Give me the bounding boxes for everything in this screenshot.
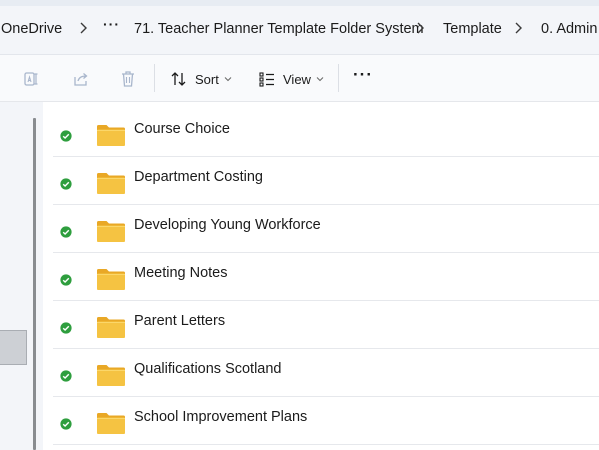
file-row[interactable]: Qualifications Scotland (53, 348, 599, 397)
file-row[interactable]: School Improvement Plans (53, 396, 599, 445)
chevron-right-icon (515, 22, 522, 34)
breadcrumb-overflow-button[interactable]: ··· (103, 16, 120, 32)
file-row[interactable]: Course Choice (53, 108, 599, 157)
file-name: Meeting Notes (134, 265, 228, 281)
breadcrumb-item-template[interactable]: Template (443, 21, 502, 37)
file-row[interactable]: Meeting Notes (53, 252, 599, 301)
navigation-selected-item[interactable] (0, 330, 27, 365)
folder-icon (97, 125, 125, 146)
view-button[interactable]: View (258, 68, 324, 90)
view-list-icon (259, 72, 274, 87)
chevron-down-icon (224, 77, 232, 82)
file-name: School Improvement Plans (134, 409, 308, 425)
share-icon[interactable] (71, 69, 91, 89)
sort-button[interactable]: Sort (170, 68, 232, 90)
file-row[interactable]: Parent Letters (53, 300, 599, 349)
file-name: Department Costing (134, 169, 263, 185)
navigation-pane[interactable] (0, 102, 43, 450)
breadcrumb-item-onedrive[interactable]: OneDrive (1, 21, 62, 37)
breadcrumb-item-teacher-planner[interactable]: 71. Teacher Planner Template Folder Syst… (134, 21, 424, 37)
command-toolbar: Sort View ··· (0, 55, 599, 102)
sync-status-check-icon (60, 370, 72, 382)
file-row[interactable]: Department Costing (53, 156, 599, 205)
folder-icon (97, 365, 125, 386)
file-row[interactable]: Developing Young Workforce (53, 204, 599, 253)
file-name: Parent Letters (134, 313, 226, 329)
toolbar-separator (338, 64, 339, 92)
sync-status-check-icon (60, 130, 72, 142)
sync-status-check-icon (60, 322, 72, 334)
sync-status-check-icon (60, 418, 72, 430)
delete-icon[interactable] (118, 69, 138, 89)
folder-icon (97, 221, 125, 242)
file-name: Course Choice (134, 121, 230, 137)
more-options-button[interactable]: ··· (353, 66, 373, 83)
chevron-right-icon (417, 22, 424, 34)
sort-icon (171, 72, 186, 86)
sync-status-check-icon (60, 274, 72, 286)
folder-icon (97, 317, 125, 338)
chevron-right-icon (80, 22, 87, 34)
view-label: View (283, 71, 311, 87)
file-name: Qualifications Scotland (134, 361, 282, 377)
sync-status-check-icon (60, 226, 72, 238)
chevron-down-icon (316, 77, 324, 82)
toolbar-separator (154, 64, 155, 92)
breadcrumb: OneDrive ··· 71. Teacher Planner Templat… (0, 6, 599, 55)
file-name: Developing Young Workforce (134, 217, 321, 233)
sort-label: Sort (195, 71, 219, 87)
folder-icon (97, 413, 125, 434)
folder-icon (97, 173, 125, 194)
sync-status-check-icon (60, 178, 72, 190)
pane-resize-divider[interactable] (33, 118, 36, 450)
breadcrumb-item-admin[interactable]: 0. Admin (541, 21, 597, 37)
rename-icon[interactable] (22, 69, 42, 89)
folder-icon (97, 269, 125, 290)
